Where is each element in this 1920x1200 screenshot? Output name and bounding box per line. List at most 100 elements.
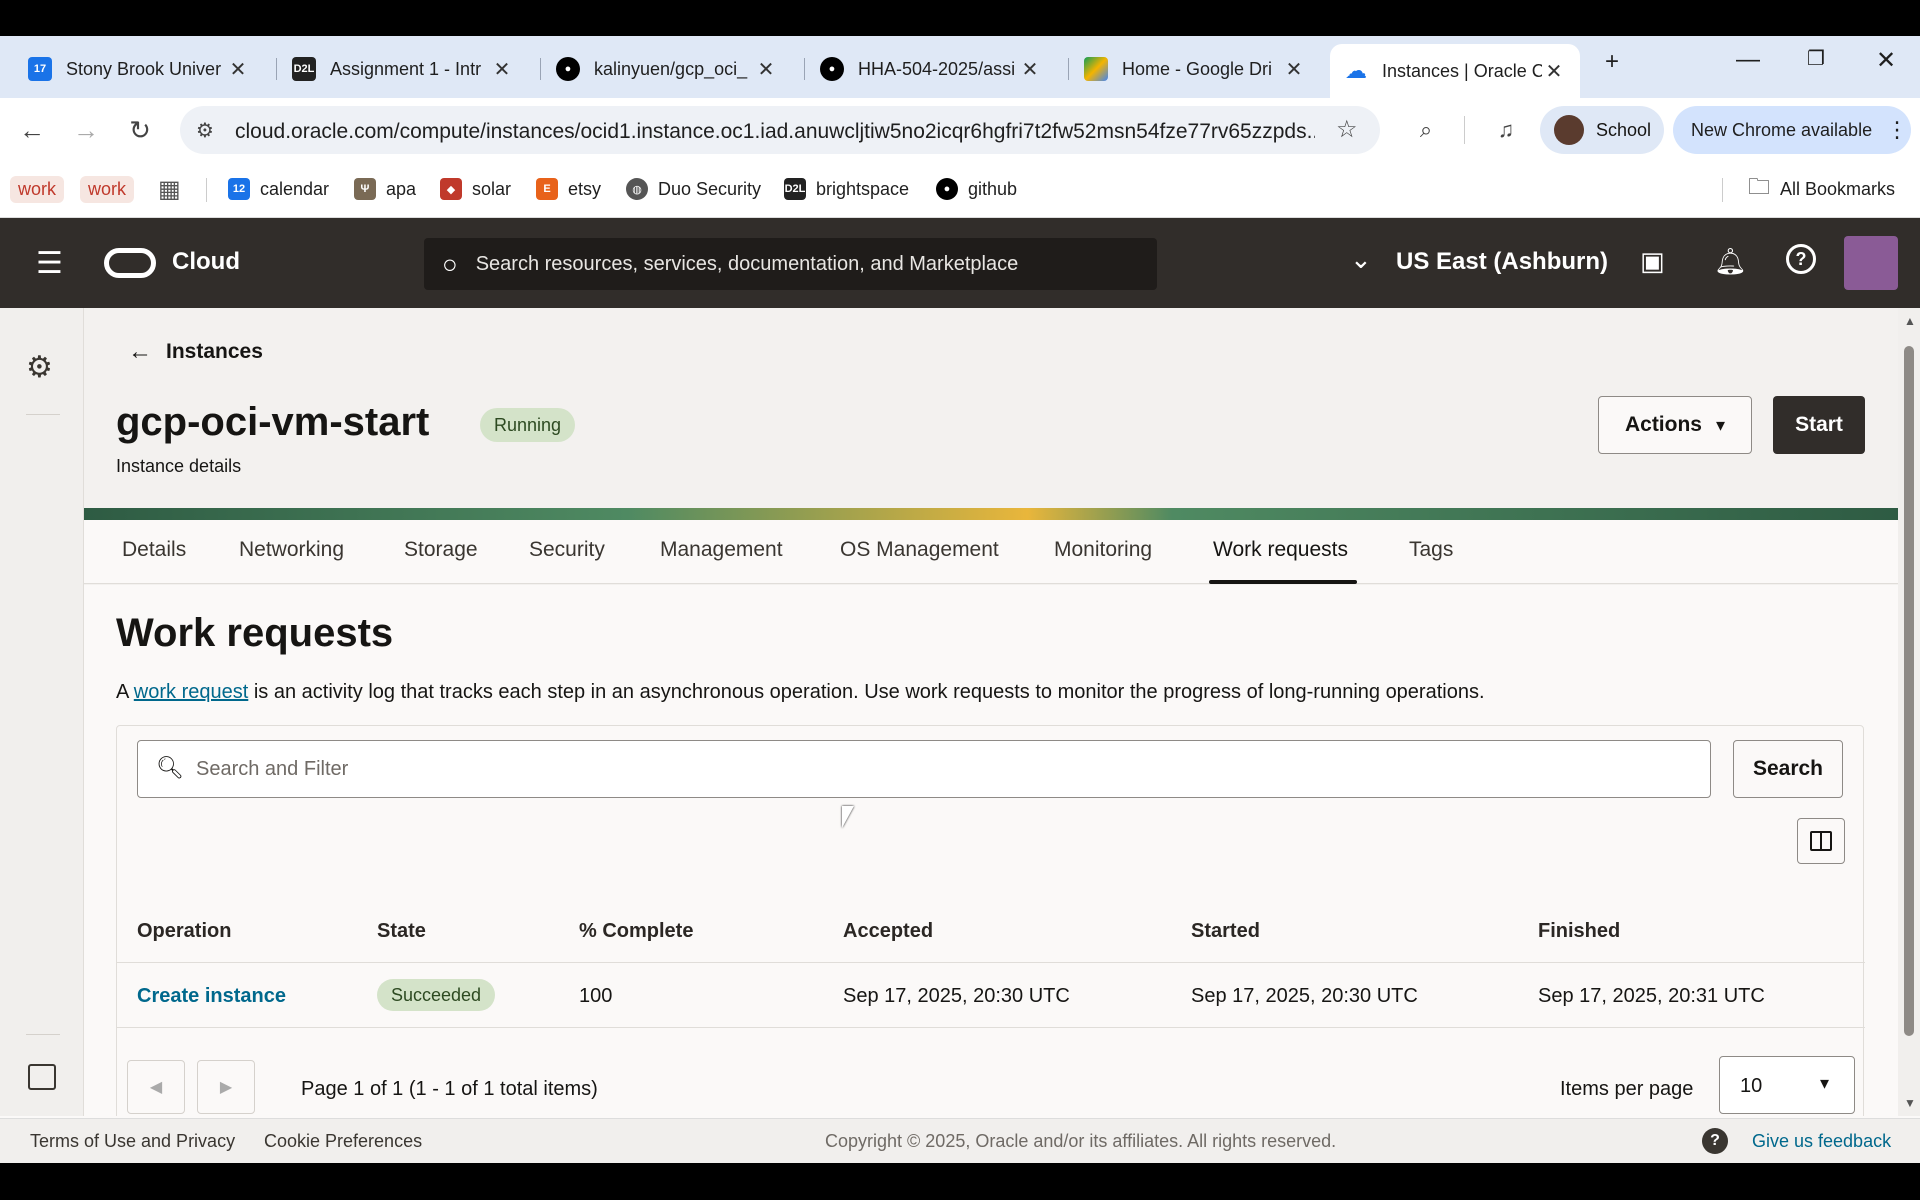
bookmark-work[interactable]: work (10, 174, 65, 204)
items-per-page-select[interactable]: 10 ▾ (1719, 1056, 1855, 1114)
browser-tab[interactable]: ● kalinyuen/gcp_oci_ ✕ (542, 46, 792, 92)
breadcrumb-back[interactable]: ← Instances (128, 338, 263, 366)
operation-link[interactable]: Create instance (137, 985, 286, 1008)
bookmark-calendar[interactable]: 12 calendar (228, 174, 329, 204)
bookmark-work[interactable]: work (80, 174, 135, 204)
new-tab-button[interactable]: + (1592, 48, 1632, 76)
section-description: A work request is an activity log that t… (116, 681, 1485, 703)
tab-storage[interactable]: Storage (404, 538, 478, 562)
actions-button[interactable]: Actions ▾ (1598, 396, 1752, 454)
browser-tab[interactable]: ● HHA-504-2025/assi ✕ (806, 46, 1056, 92)
terms-link[interactable]: Terms of Use and Privacy (30, 1131, 235, 1152)
start-button[interactable]: Start (1773, 396, 1865, 454)
column-header-complete[interactable]: % Complete (579, 920, 693, 943)
media-control-icon[interactable]: ♫ (1488, 112, 1524, 148)
tab-os-management[interactable]: OS Management (840, 538, 999, 562)
oracle-logo-icon[interactable] (104, 248, 156, 278)
github-icon: ● (556, 57, 580, 81)
accepted-time: Sep 17, 2025, 20:30 UTC (843, 985, 1070, 1007)
browser-tab-strip: 17 Stony Brook Univer ✕ D2L Assignment 1… (0, 36, 1920, 98)
tab-separator (804, 58, 805, 80)
help-icon[interactable]: ? (1786, 244, 1816, 274)
minimize-button[interactable]: — (1728, 46, 1768, 74)
search-lens-icon[interactable]: ⌕ (1408, 112, 1444, 148)
browser-tab-active[interactable]: ☁ Instances | Oracle C ✕ (1330, 44, 1580, 98)
column-header-state[interactable]: State (377, 920, 426, 943)
close-window-button[interactable]: ✕ (1866, 46, 1906, 75)
bookmark-github[interactable]: ● github (936, 174, 1017, 204)
columns-toggle-button[interactable] (1797, 818, 1845, 864)
oci-header: ☰ Cloud ○ Search resources, services, do… (0, 218, 1920, 308)
previous-page-button[interactable]: ◀ (127, 1060, 185, 1114)
main-content: ← Instances gcp-oci-vm-start Running Ins… (84, 308, 1898, 1116)
chevron-down-icon[interactable]: ⌄ (1350, 244, 1372, 275)
caret-down-icon: ▾ (1820, 1073, 1830, 1093)
global-search-input[interactable]: ○ Search resources, services, documentat… (424, 238, 1157, 290)
tab-details[interactable]: Details (122, 538, 186, 562)
restore-button[interactable]: ❐ (1796, 46, 1836, 71)
row-divider (117, 1027, 1865, 1028)
tab-monitoring[interactable]: Monitoring (1054, 538, 1152, 562)
filter-search-input[interactable]: 🔍︎ Search and Filter (137, 740, 1711, 798)
back-button[interactable]: ← (14, 112, 50, 148)
url-text: cloud.oracle.com/compute/instances/ocid1… (235, 120, 1315, 143)
profile-button[interactable]: School (1540, 106, 1664, 154)
all-bookmarks[interactable]: 🗀 All Bookmarks (1748, 174, 1895, 204)
address-bar[interactable]: ⚙ cloud.oracle.com/compute/instances/oci… (180, 106, 1380, 154)
bookmark-solar[interactable]: ◆ solar (440, 174, 511, 204)
work-request-link[interactable]: work request (134, 681, 249, 703)
expand-panel-icon[interactable] (28, 1064, 56, 1090)
avatar (1554, 115, 1584, 145)
bookmark-duo-security[interactable]: ◍ Duo Security (626, 174, 761, 204)
forward-button[interactable]: → (68, 112, 104, 148)
browser-tab[interactable]: Home - Google Dri ✕ (1070, 46, 1320, 92)
scroll-down-icon[interactable]: ▼ (1904, 1096, 1916, 1110)
bookmark-apa[interactable]: Ψapa (354, 174, 416, 204)
browser-tab[interactable]: 17 Stony Brook Univer ✕ (14, 46, 264, 92)
hamburger-menu-icon[interactable]: ☰ (36, 246, 63, 281)
scrollbar-thumb[interactable] (1904, 346, 1914, 1036)
close-tab-icon[interactable]: ✕ (1282, 57, 1306, 82)
pagination-text: Page 1 of 1 (1 - 1 of 1 total items) (301, 1078, 598, 1100)
d2l-icon: D2L (292, 57, 316, 81)
site-info-icon[interactable]: ⚙ (196, 118, 214, 143)
tab-networking[interactable]: Networking (239, 538, 344, 562)
filter-placeholder: Search and Filter (196, 758, 349, 780)
bookmark-etsy[interactable]: Eetsy (536, 174, 601, 204)
apps-grid-icon[interactable]: ▦ (158, 174, 181, 204)
page-scrollbar[interactable]: ▲ ▼ (1898, 308, 1920, 1116)
tab-management[interactable]: Management (660, 538, 783, 562)
column-header-started[interactable]: Started (1191, 920, 1260, 943)
help-icon[interactable]: ? (1702, 1128, 1728, 1154)
next-page-button[interactable]: ▶ (197, 1060, 255, 1114)
close-tab-icon[interactable]: ✕ (754, 57, 778, 82)
avatar[interactable] (1844, 236, 1898, 290)
search-button[interactable]: Search (1733, 740, 1843, 798)
column-header-accepted[interactable]: Accepted (843, 920, 933, 943)
tab-security[interactable]: Security (529, 538, 605, 562)
compute-chip-icon[interactable]: ⚙ (26, 350, 53, 385)
cloud-shell-icon[interactable]: ▣ (1640, 246, 1665, 277)
bookmark-star-icon[interactable]: ☆ (1336, 115, 1358, 144)
tab-work-requests[interactable]: Work requests (1213, 538, 1348, 562)
close-tab-icon[interactable]: ✕ (1542, 59, 1566, 84)
scroll-up-icon[interactable]: ▲ (1904, 314, 1916, 328)
feedback-link[interactable]: Give us feedback (1752, 1131, 1891, 1152)
close-tab-icon[interactable]: ✕ (226, 57, 250, 82)
region-selector[interactable]: US East (Ashburn) (1396, 248, 1608, 276)
bookmark-brightspace[interactable]: D2L brightspace (784, 174, 909, 204)
google-drive-icon (1084, 57, 1108, 81)
tab-tags[interactable]: Tags (1409, 538, 1453, 562)
bell-icon[interactable]: 🔔︎ (1714, 246, 1747, 277)
close-tab-icon[interactable]: ✕ (490, 57, 514, 82)
column-header-operation[interactable]: Operation (137, 920, 231, 943)
new-chrome-button[interactable]: New Chrome available ⋮ (1673, 106, 1911, 154)
column-header-finished[interactable]: Finished (1538, 920, 1620, 943)
browser-tab[interactable]: D2L Assignment 1 - Intr ✕ (278, 46, 528, 92)
kebab-menu-icon[interactable]: ⋮ (1886, 117, 1908, 143)
finished-time: Sep 17, 2025, 20:31 UTC (1538, 985, 1765, 1007)
reload-button[interactable]: ↻ (122, 112, 158, 148)
brand-label[interactable]: Cloud (172, 248, 240, 276)
close-tab-icon[interactable]: ✕ (1018, 57, 1042, 82)
cookie-preferences-link[interactable]: Cookie Preferences (264, 1131, 422, 1152)
